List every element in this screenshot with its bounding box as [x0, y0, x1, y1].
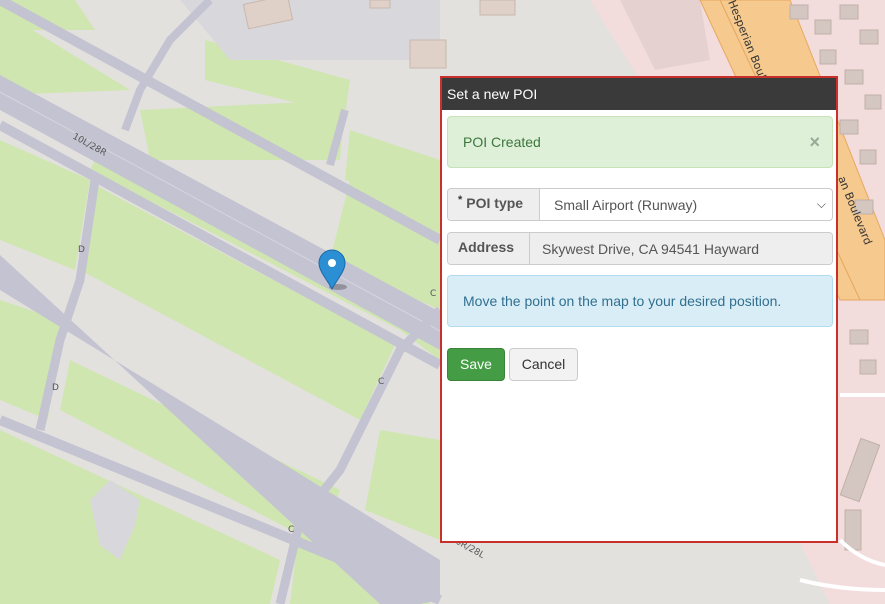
info-alert-text: Move the point on the map to your desire… [463, 293, 782, 309]
required-mark: * [458, 194, 463, 206]
poi-type-row: * POI type Small Airport (Runway) ⌵ [447, 188, 833, 221]
info-alert: Move the point on the map to your desire… [447, 275, 833, 327]
address-label: Address [458, 239, 515, 255]
success-alert: POI Created × [447, 116, 833, 168]
poi-type-select[interactable]: Small Airport (Runway) ⌵ [540, 189, 832, 220]
address-row: Address Skywest Drive, CA 94541 Hayward [447, 232, 833, 265]
poi-type-label: POI type [466, 195, 524, 211]
taxiway-label: C [378, 377, 384, 387]
close-icon[interactable]: × [809, 117, 820, 167]
success-alert-text: POI Created [463, 134, 541, 150]
taxiway-label: D [52, 383, 59, 393]
address-addon: Address [448, 233, 530, 264]
taxiway-label: D [78, 245, 85, 255]
taxiway-label: C [430, 289, 436, 299]
save-button[interactable]: Save [447, 348, 505, 381]
poi-type-addon: * POI type [448, 189, 540, 220]
poi-type-value: Small Airport (Runway) [554, 196, 698, 213]
chevron-down-icon: ⌵ [816, 197, 826, 211]
building [369, 0, 391, 9]
taxiway-label: C [288, 525, 294, 535]
cancel-button[interactable]: Cancel [509, 348, 578, 381]
address-field[interactable]: Skywest Drive, CA 94541 Hayward [530, 233, 832, 264]
building [409, 39, 447, 69]
building [479, 0, 516, 16]
panel-title: Set a new POI [442, 78, 836, 110]
set-poi-panel: Set a new POI POI Created × * POI type S… [440, 76, 838, 543]
address-value: Skywest Drive, CA 94541 Hayward [542, 240, 760, 257]
